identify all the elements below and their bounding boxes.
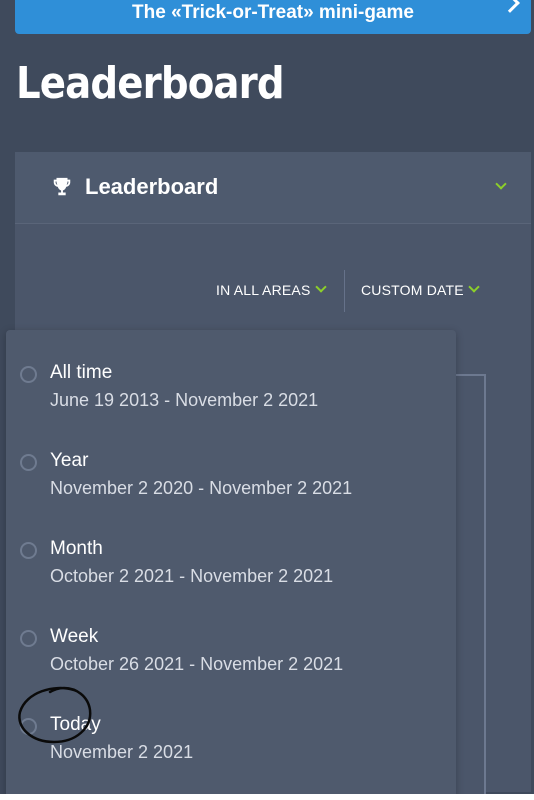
filter-divider <box>344 270 345 312</box>
option-all-time[interactable]: All time June 19 2013 - November 2 2021 <box>6 342 456 412</box>
option-year[interactable]: Year November 2 2020 - November 2 2021 <box>6 430 456 500</box>
filter-bar: IN ALL AREAS CUSTOM DATE <box>0 270 534 312</box>
option-range: October 2 2021 - November 2 2021 <box>50 566 334 586</box>
trophy-icon <box>53 177 71 196</box>
chevron-down-icon <box>468 281 480 293</box>
area-filter-dropdown[interactable]: IN ALL AREAS <box>216 281 327 298</box>
date-filter-label: CUSTOM DATE <box>361 282 464 298</box>
minigame-banner[interactable]: The «Trick-or-Treat» mini-game <box>15 0 531 34</box>
option-label: Month <box>50 538 103 559</box>
leaderboard-panel-title: Leaderboard <box>85 174 219 199</box>
bottom-bar <box>0 794 534 800</box>
chevron-down-icon <box>314 281 327 293</box>
background-card <box>456 374 486 800</box>
page-title: Leaderboard <box>16 58 285 109</box>
option-range: November 2 2020 - November 2 2021 <box>50 478 353 498</box>
radio-icon[interactable] <box>20 542 37 559</box>
date-filter-dropdown[interactable]: CUSTOM DATE <box>361 281 480 298</box>
chevron-right-icon <box>500 0 520 13</box>
chevron-down-icon[interactable] <box>495 178 507 190</box>
option-month[interactable]: Month October 2 2021 - November 2 2021 <box>6 518 456 588</box>
banner-text: The «Trick-or-Treat» mini-game <box>132 2 414 23</box>
option-label: All time <box>50 362 113 383</box>
leaderboard-panel-header[interactable]: Leaderboard <box>15 152 531 224</box>
option-range: October 26 2021 - November 2 2021 <box>50 654 344 674</box>
option-label: Year <box>50 450 89 471</box>
radio-icon[interactable] <box>20 454 37 471</box>
radio-icon[interactable] <box>20 630 37 647</box>
option-week[interactable]: Week October 26 2021 - November 2 2021 <box>6 606 456 676</box>
area-filter-label: IN ALL AREAS <box>216 282 311 298</box>
option-range: June 19 2013 - November 2 2021 <box>50 390 319 410</box>
radio-icon[interactable] <box>20 366 37 383</box>
option-label: Week <box>50 626 99 647</box>
hand-drawn-circle-annotation <box>18 686 92 744</box>
